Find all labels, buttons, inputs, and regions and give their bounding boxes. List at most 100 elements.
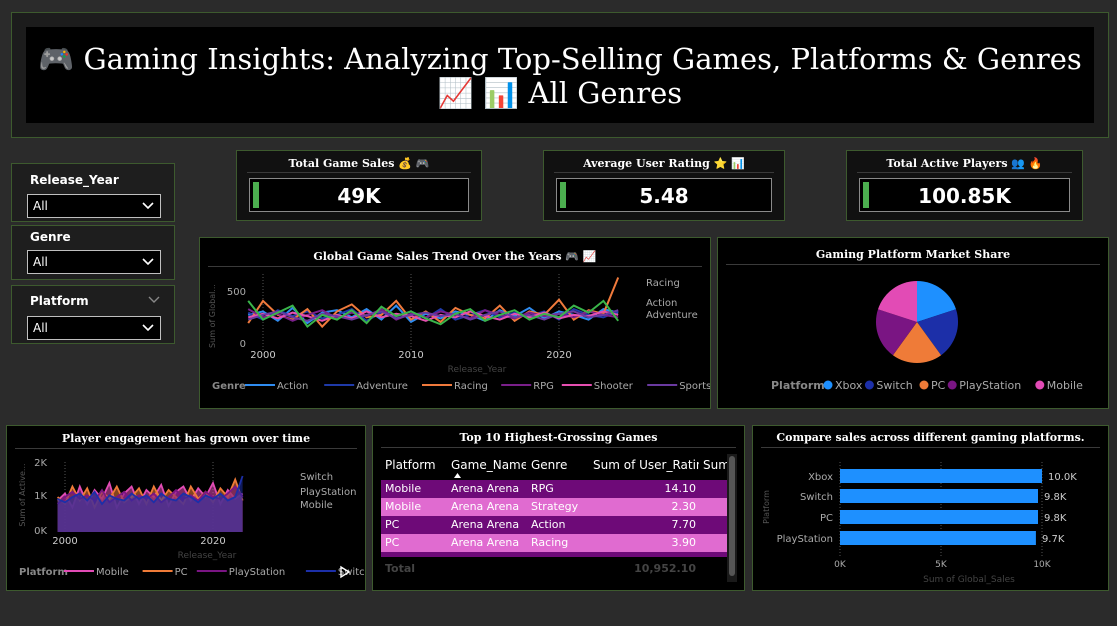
- page-subtitle: 📈 📊 All Genres: [437, 76, 683, 110]
- trend-legend[interactable]: ActionAdventureRacingRPGShooterSportsStr…: [245, 381, 710, 392]
- kpi-title: Total Active Players 👥 🔥: [857, 155, 1072, 173]
- cell-user-rating: 14.10: [664, 482, 697, 495]
- legend-item-rpg[interactable]: RPG: [533, 381, 554, 392]
- legend-item-playstation[interactable]: PlayStation: [229, 567, 285, 578]
- chevron-down-icon: [142, 324, 154, 332]
- slicer-label-platform: Platform: [30, 294, 89, 308]
- market-share-chart[interactable]: Platform Xbox Switch PC PlayStation Mobile: [718, 266, 1108, 408]
- cell-game-name: Arena Arena: [451, 482, 520, 495]
- engagement-y-tick: 2K: [34, 458, 47, 469]
- trend-x-axis-label: Release_Year: [448, 365, 507, 375]
- bar-pc[interactable]: [840, 510, 1038, 524]
- legend-item-mobile[interactable]: Mobile: [1047, 379, 1083, 392]
- kpi-value: 49K: [337, 184, 381, 208]
- col-header-platform[interactable]: Platform: [385, 458, 447, 472]
- bar-switch[interactable]: [840, 489, 1038, 503]
- compare-x-tick: 5K: [935, 560, 948, 570]
- engagement-legend[interactable]: MobilePCPlayStationSwitch: [64, 567, 365, 578]
- legend-item-pc[interactable]: PC: [175, 567, 188, 578]
- pie-slices: [875, 281, 959, 364]
- bar-data-label: 10.0K: [1048, 472, 1077, 483]
- slicer-release-year: Release_Year All: [11, 163, 175, 222]
- col-header-game-name[interactable]: Game_Name: [451, 458, 526, 472]
- table-row[interactable]: Mobile Arena Arena Strategy 2.30: [381, 498, 727, 516]
- cell-game-name: Arena Arena: [451, 536, 520, 549]
- engagement-y-tick: 1K: [34, 491, 47, 502]
- kpi-title: Total Game Sales 💰 🎮: [247, 155, 471, 173]
- trend-y-tick: 0: [240, 339, 246, 350]
- market-share-title: Gaming Platform Market Share: [726, 248, 1100, 265]
- legend-item-racing[interactable]: Racing: [454, 381, 488, 392]
- legend-item-adventure[interactable]: Adventure: [356, 381, 408, 392]
- total-value: 10,952.10: [634, 562, 696, 575]
- legend-item-shooter[interactable]: Shooter: [594, 381, 634, 392]
- kpi-total-game-sales: Total Game Sales 💰 🎮 49K: [236, 150, 482, 221]
- engagement-y-tick: 0K: [34, 526, 47, 537]
- chevron-down-icon: [142, 258, 154, 266]
- cell-platform: Mobile: [385, 482, 422, 495]
- sales-trend-chart[interactable]: Sum of Global... 500 0 2000 2010 2020 Re…: [200, 266, 710, 408]
- pie-legend[interactable]: Xbox Switch PC PlayStation Mobile: [823, 379, 1084, 392]
- trend-y-axis-label: Sum of Global...: [208, 284, 217, 348]
- kpi-value-box: 5.48: [556, 178, 772, 212]
- bar-data-label: 9.8K: [1044, 513, 1067, 524]
- trend-x-tick: 2000: [250, 350, 275, 361]
- title-banner: 🎮 Gaming Insights: Analyzing Top-Selling…: [11, 12, 1109, 138]
- bar-playstation[interactable]: [840, 531, 1036, 545]
- title-box: 🎮 Gaming Insights: Analyzing Top-Selling…: [26, 27, 1094, 123]
- bars: Xbox 10.0K Switch 9.8K PC 9.8K PlayStation 9.7K: [777, 469, 1077, 545]
- bar-category-label: PlayStation: [777, 534, 833, 545]
- kpi-value-box: 49K: [249, 178, 469, 212]
- legend-dot-pc: [919, 380, 929, 390]
- pie-legend-title: Platform: [771, 379, 825, 392]
- table-scrollbar[interactable]: [727, 454, 737, 582]
- engagement-legend-title: Platform: [19, 567, 68, 578]
- chevron-down-icon: [142, 202, 154, 210]
- bar-xbox[interactable]: [840, 469, 1042, 483]
- cell-platform: PC: [385, 536, 400, 549]
- cell-game-name: Arena Arena: [451, 518, 520, 531]
- legend-item-playstation[interactable]: PlayStation: [959, 379, 1021, 392]
- col-header-genre[interactable]: Genre: [531, 458, 591, 472]
- trend-x-tick: 2010: [398, 350, 423, 361]
- table-row[interactable]: PC Arena Arena Action 7.70: [381, 516, 727, 534]
- legend-dot-mobile: [1035, 380, 1045, 390]
- cell-genre: RPG: [531, 482, 554, 495]
- table-total-row: Total 10,952.10: [381, 560, 727, 580]
- page-title: 🎮 Gaming Insights: Analyzing Top-Selling…: [38, 42, 1082, 76]
- trend-legend-title: Genre: [212, 381, 246, 392]
- engagement-panel: Player engagement has grown over time Su…: [6, 425, 366, 591]
- legend-item-xbox[interactable]: Xbox: [835, 379, 863, 392]
- total-label: Total: [385, 562, 416, 575]
- collapse-chevron-icon[interactable]: [148, 294, 160, 304]
- genre-dropdown[interactable]: All: [27, 250, 161, 274]
- trend-y-tick: 500: [227, 287, 246, 298]
- engagement-end-label: Mobile: [300, 500, 333, 511]
- legend-item-switch[interactable]: Switch: [876, 379, 912, 392]
- col-header-user-rating[interactable]: Sum of User_Rating: [593, 458, 699, 472]
- cell-platform: Mobile: [385, 500, 422, 513]
- engagement-end-label: PlayStation: [300, 487, 356, 498]
- platform-dropdown[interactable]: All: [27, 316, 161, 340]
- top-games-title: Top 10 Highest-Grossing Games: [381, 431, 736, 448]
- table-row[interactable]: Mobile Arena Arena RPG 14.10: [381, 480, 727, 498]
- legend-item-sports[interactable]: Sports: [679, 381, 710, 392]
- kpi-value: 100.85K: [918, 184, 1011, 208]
- table-row[interactable]: PC Arena Arena Racing 3.90: [381, 534, 727, 552]
- release-year-value: All: [33, 199, 48, 213]
- legend-dot-switch: [864, 380, 874, 390]
- legend-item-mobile[interactable]: Mobile: [96, 567, 129, 578]
- kpi-average-user-rating: Average User Rating ⭐ 📊 5.48: [543, 150, 785, 221]
- platform-compare-chart[interactable]: Platform Xbox 10.0K Switch 9.8K PC 9.8K PlaySt…: [753, 452, 1108, 590]
- sales-trend-panel: Global Game Sales Trend Over the Years 🎮…: [199, 237, 711, 409]
- compare-x-axis-label: Sum of Global_Sales: [923, 575, 1015, 585]
- platform-compare-panel: Compare sales across different gaming pl…: [752, 425, 1109, 591]
- platform-value: All: [33, 321, 48, 335]
- legend-dot-playstation: [947, 380, 957, 390]
- bar-category-label: Xbox: [808, 472, 833, 483]
- legend-item-pc[interactable]: PC: [931, 379, 946, 392]
- legend-item-action[interactable]: Action: [277, 381, 308, 392]
- engagement-chart[interactable]: Sum of Active... 2K 1K 0K 2000 2020 Rele…: [7, 450, 365, 590]
- release-year-dropdown[interactable]: All: [27, 194, 161, 218]
- scrollbar-thumb[interactable]: [729, 456, 735, 576]
